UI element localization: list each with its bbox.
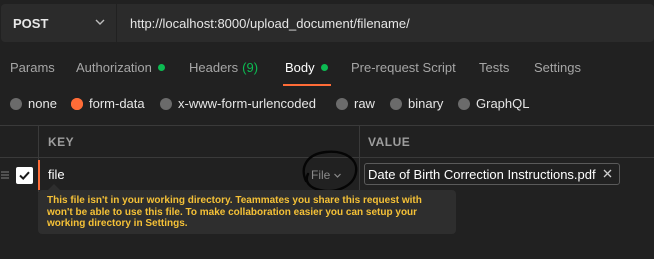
table-header: KEY VALUE: [0, 126, 654, 158]
drag-handle-icon[interactable]: [0, 169, 10, 181]
tab-label: Pre-request Script: [351, 60, 456, 75]
radio-label: raw: [354, 96, 375, 111]
radio-selected-icon: [71, 97, 83, 110]
url-input[interactable]: http://localhost:8000/upload_document/fi…: [117, 4, 654, 42]
radio-graphql[interactable]: GraphQL: [458, 96, 529, 111]
chevron-down-icon: [334, 173, 342, 178]
key-column-header: KEY: [48, 135, 75, 149]
key-type-dropdown[interactable]: File: [311, 168, 342, 182]
tab-headers[interactable]: Headers (9): [189, 60, 258, 75]
tab-settings[interactable]: Settings: [534, 60, 581, 75]
radio-circle-icon: [390, 97, 402, 110]
radio-label: form-data: [89, 96, 145, 111]
file-chip[interactable]: Date of Birth Correction Instructions.pd…: [364, 163, 620, 185]
key-type-label: File: [311, 168, 331, 182]
radio-circle-icon: [160, 97, 172, 110]
tooltip-line: This file isn't in your working director…: [47, 195, 422, 206]
row-enabled-checkbox[interactable]: [16, 167, 33, 184]
radio-label: none: [28, 96, 57, 111]
radio-label: x-www-form-urlencoded: [178, 96, 316, 111]
tab-label: Authorization: [76, 60, 152, 75]
tab-tests[interactable]: Tests: [479, 60, 509, 75]
file-name: Date of Birth Correction Instructions.pd…: [368, 166, 596, 182]
url-text: http://localhost:8000/upload_document/fi…: [130, 15, 410, 31]
tab-label: Params: [10, 60, 55, 75]
tab-body[interactable]: Body: [285, 60, 328, 75]
radio-circle-icon: [336, 97, 348, 110]
key-cell[interactable]: file: [48, 167, 65, 182]
request-tabs: Params Authorization Headers (9) Body Pr…: [0, 50, 654, 86]
tab-pre-request-script[interactable]: Pre-request Script: [351, 60, 456, 75]
radio-circle-icon: [458, 97, 470, 110]
tab-authorization[interactable]: Authorization: [76, 60, 165, 75]
tooltip-line: working directory in Settings.: [47, 218, 188, 229]
method-label: POST: [13, 15, 49, 31]
body-type-selector: none form-data x-www-form-urlencoded raw…: [0, 92, 654, 116]
tooltip-line: won't be able to use this file. To make …: [47, 206, 418, 218]
active-tab-underline: [283, 84, 331, 86]
tab-label: Body: [285, 60, 315, 75]
radio-x-www-form-urlencoded[interactable]: x-www-form-urlencoded: [160, 96, 316, 111]
table-row: file File Date of Birth Correction Instr…: [0, 158, 654, 192]
method-select[interactable]: POST: [1, 4, 116, 42]
request-bar: POST http://localhost:8000/upload_docume…: [0, 0, 654, 46]
value-column-header: VALUE: [368, 135, 411, 149]
key-cell-focus-marker: [38, 160, 40, 190]
tab-params[interactable]: Params: [10, 60, 55, 75]
radio-none[interactable]: none: [10, 96, 57, 111]
radio-raw[interactable]: raw: [336, 96, 375, 111]
close-icon[interactable]: [602, 168, 613, 179]
working-directory-warning-tooltip: This file isn't in your working director…: [38, 190, 456, 234]
status-dot-icon: [320, 64, 328, 71]
checkmark-icon: [19, 171, 30, 181]
radio-binary[interactable]: binary: [390, 96, 443, 111]
headers-count-badge: (9): [242, 60, 259, 75]
tab-label: Headers: [189, 60, 239, 75]
radio-form-data[interactable]: form-data: [71, 96, 145, 111]
tab-label: Tests: [479, 60, 510, 75]
chevron-down-icon: [95, 19, 105, 25]
radio-label: GraphQL: [476, 96, 530, 111]
tab-label: Settings: [534, 60, 581, 75]
status-dot-icon: [157, 64, 165, 71]
radio-circle-icon: [10, 97, 22, 110]
radio-label: binary: [408, 96, 444, 111]
